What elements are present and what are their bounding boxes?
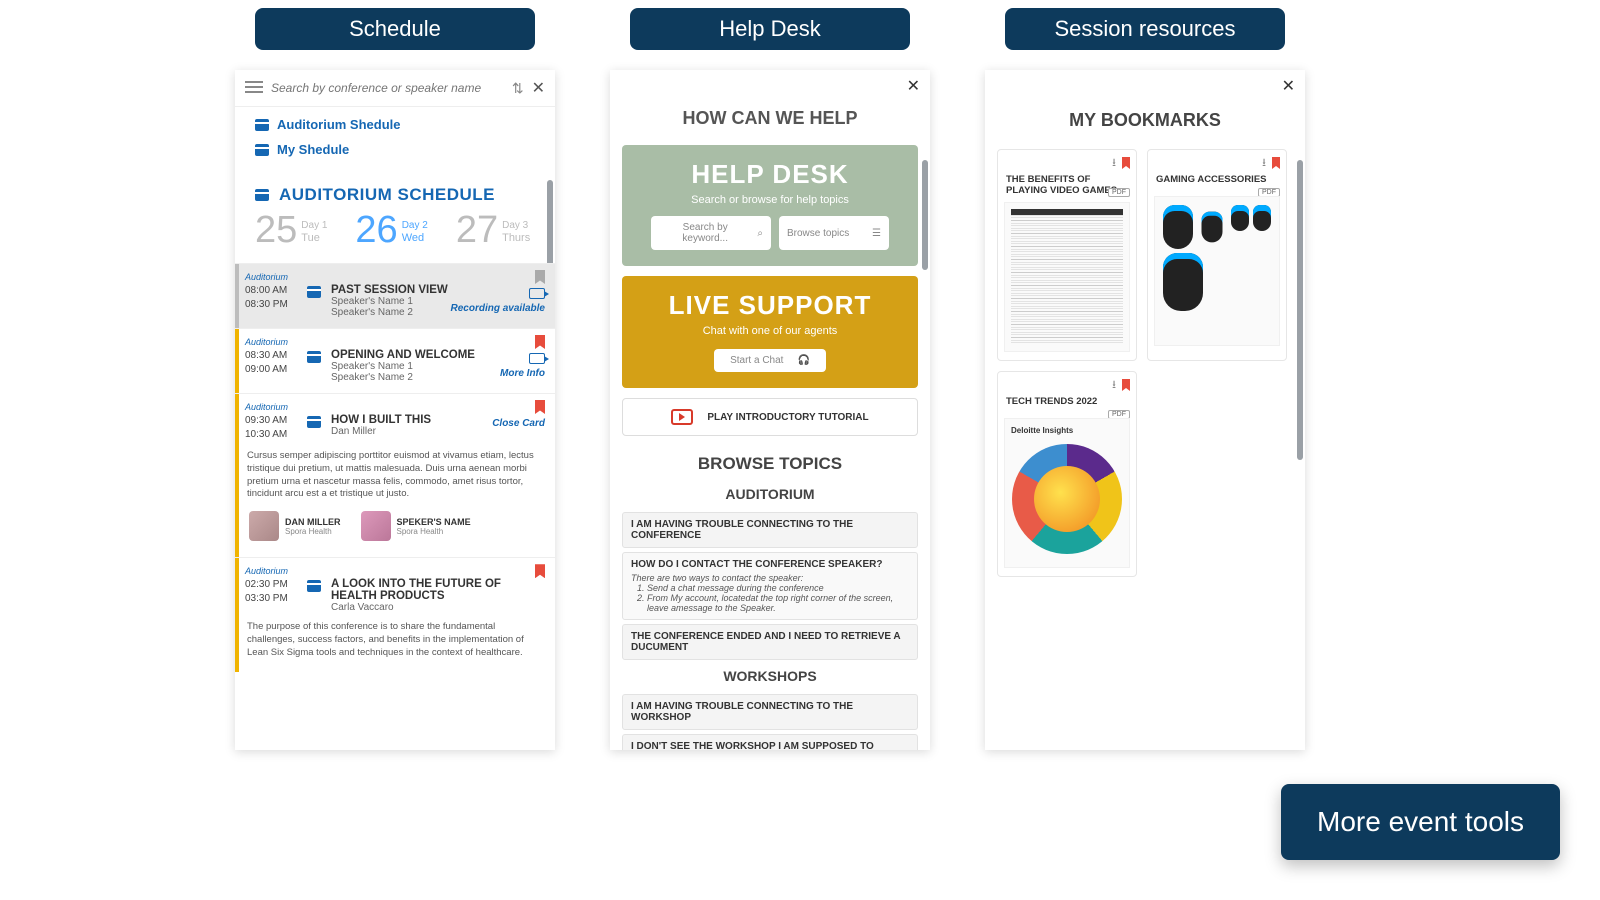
category-auditorium: AUDITORIUM — [610, 482, 930, 508]
help-pill: Help Desk — [630, 8, 910, 50]
browse-topics-heading: BROWSE TOPICS — [610, 450, 930, 482]
avatar — [249, 511, 279, 541]
document-thumbnail: Deloitte Insights — [1004, 418, 1130, 568]
category-workshops: WORKSHOPS — [610, 664, 930, 690]
day-27[interactable]: 27Day 3Thurs — [456, 211, 530, 249]
bookmark-icon[interactable] — [1122, 379, 1130, 391]
auditorium-schedule-link[interactable]: Auditorium Shedule — [255, 117, 535, 132]
close-icon[interactable]: ✕ — [1282, 76, 1295, 96]
close-icon[interactable]: ✕ — [907, 76, 920, 96]
live-support-card: LIVE SUPPORT Chat with one of our agents… — [622, 276, 918, 388]
document-thumbnail — [1004, 202, 1130, 352]
download-icon[interactable]: ⭳ — [1262, 154, 1266, 173]
download-icon[interactable]: ⭳ — [1112, 376, 1116, 395]
my-schedule-link[interactable]: My Shedule — [255, 142, 535, 157]
calendar-icon — [255, 144, 269, 156]
browse-topics-button[interactable]: Browse topics☰ — [779, 216, 889, 250]
avatar — [361, 511, 391, 541]
schedule-pill: Schedule — [255, 8, 535, 50]
recording-link[interactable]: Recording available — [451, 303, 545, 314]
filter-icon[interactable]: ⇅ — [512, 80, 524, 97]
hamburger-icon[interactable] — [245, 81, 263, 95]
calendar-icon — [255, 119, 269, 131]
help-search-input[interactable]: Search by keyword...⌕ — [651, 216, 771, 250]
download-icon[interactable]: ⭳ — [1112, 154, 1116, 173]
schedule-panel: ⇅ ✕ Auditorium Shedule My Shedule AUDITO… — [235, 70, 555, 750]
resources-column: Session resources ✕ MY BOOKMARKS ⭳ THE B… — [985, 8, 1305, 750]
video-icon[interactable] — [529, 353, 545, 364]
schedule-heading: AUDITORIUM SCHEDULE — [235, 171, 555, 211]
video-icon[interactable] — [529, 288, 545, 299]
session-opening[interactable]: Auditorium More Info 08:30 AM09:00 AM OP… — [235, 328, 555, 393]
day-selector: 25Day 1Tue 26Day 2Wed 27Day 3Thurs — [235, 211, 555, 263]
day-26[interactable]: 26Day 2Wed — [355, 211, 427, 249]
bookmark-icon[interactable] — [535, 270, 545, 284]
more-event-tools-button[interactable]: More event tools — [1281, 784, 1560, 860]
more-info-link[interactable]: More Info — [500, 368, 545, 379]
play-tutorial-button[interactable]: PLAY INTRODUCTORY TUTORIAL — [622, 398, 918, 436]
session-type-icon — [307, 286, 321, 298]
bookmarks-title: MY BOOKMARKS — [985, 70, 1305, 149]
bookmark-icon[interactable] — [1122, 157, 1130, 169]
play-icon — [671, 409, 693, 425]
headset-icon: 🎧 — [797, 355, 809, 366]
session-type-icon — [307, 580, 321, 592]
session-future-health[interactable]: Auditorium 02:30 PM03:30 PM A LOOK INTO … — [235, 557, 555, 671]
close-icon[interactable]: ✕ — [532, 78, 545, 98]
faq-item[interactable]: I DON'T SEE THE WORKSHOP I AM SUPPOSED T… — [622, 734, 918, 750]
session-type-icon — [307, 416, 321, 428]
day-25[interactable]: 25Day 1Tue — [255, 211, 327, 249]
document-thumbnail — [1154, 196, 1280, 346]
session-type-icon — [307, 351, 321, 363]
calendar-icon — [255, 189, 269, 201]
help-column: Help Desk ✕ HOW CAN WE HELP HELP DESK Se… — [610, 8, 930, 750]
start-chat-button[interactable]: Start a Chat🎧 — [714, 349, 826, 372]
list-icon: ☰ — [872, 228, 881, 239]
bookmarks-panel: ✕ MY BOOKMARKS ⭳ THE BENEFITS OF PLAYING… — [985, 70, 1305, 750]
session-past[interactable]: Auditorium Recording available 08:00 AM0… — [235, 263, 555, 328]
faq-item-expanded[interactable]: HOW DO I CONTACT THE CONFERENCE SPEAKER?… — [622, 552, 918, 620]
bookmark-icon[interactable] — [535, 564, 545, 578]
bookmark-card[interactable]: ⭳ THE BENEFITS OF PLAYING VIDEO GAMES PD… — [997, 149, 1137, 361]
bookmark-icon[interactable] — [535, 335, 545, 349]
speaker-card[interactable]: SPEKER'S NAMESpora Health — [361, 511, 471, 541]
schedule-column: Schedule ⇅ ✕ Auditorium Shedule My Shedu… — [235, 8, 555, 750]
scrollbar-thumb[interactable] — [1297, 160, 1303, 460]
session-how-i-built[interactable]: Auditorium Close Card 09:30 AM10:30 AM H… — [235, 393, 555, 557]
close-card-link[interactable]: Close Card — [492, 418, 545, 429]
pdf-badge: PDF — [1108, 188, 1130, 197]
bookmark-icon[interactable] — [535, 400, 545, 414]
bookmark-card[interactable]: ⭳ GAMING ACCESSORIES PDF — [1147, 149, 1287, 361]
faq-item[interactable]: I AM HAVING TROUBLE CONNECTING TO THE WO… — [622, 694, 918, 730]
resources-pill: Session resources — [1005, 8, 1285, 50]
help-title: HOW CAN WE HELP — [610, 70, 930, 145]
scrollbar-thumb[interactable] — [922, 160, 928, 270]
help-panel: ✕ HOW CAN WE HELP HELP DESK Search or br… — [610, 70, 930, 750]
bookmark-icon[interactable] — [1272, 157, 1280, 169]
schedule-topbar: ⇅ ✕ — [235, 70, 555, 107]
search-input[interactable] — [271, 81, 504, 95]
faq-item[interactable]: THE CONFERENCE ENDED AND I NEED TO RETRI… — [622, 624, 918, 660]
speaker-card[interactable]: DAN MILLERSpora Health — [249, 511, 341, 541]
bookmark-card[interactable]: ⭳ TECH TRENDS 2022 PDF Deloitte Insights — [997, 371, 1137, 577]
search-icon: ⌕ — [757, 228, 763, 239]
help-desk-card: HELP DESK Search or browse for help topi… — [622, 145, 918, 266]
faq-item[interactable]: I AM HAVING TROUBLE CONNECTING TO THE CO… — [622, 512, 918, 548]
